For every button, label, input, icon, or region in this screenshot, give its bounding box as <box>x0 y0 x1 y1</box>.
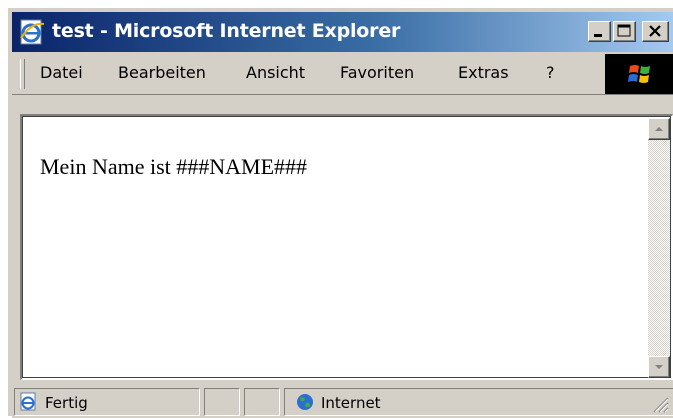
internet-zone-icon <box>297 394 313 410</box>
status-panel-3 <box>244 388 280 416</box>
status-main-panel: Fertig <box>14 388 200 416</box>
ie-page-icon <box>20 392 36 411</box>
maximize-button[interactable] <box>613 21 636 42</box>
menu-ansicht[interactable]: Ansicht <box>246 63 305 82</box>
menu-datei[interactable]: Datei <box>40 63 83 82</box>
windows-logo-icon <box>628 65 650 83</box>
menu-bearbeiten[interactable]: Bearbeiten <box>118 63 206 82</box>
vertical-scrollbar[interactable] <box>648 118 670 378</box>
zone-label: Internet <box>321 394 381 412</box>
minimize-icon <box>594 34 602 37</box>
title-bar[interactable]: test - Microsoft Internet Explorer <box>12 12 673 52</box>
scroll-down-icon <box>655 365 663 369</box>
status-panel-2 <box>204 388 240 416</box>
status-zone-panel: Internet <box>284 388 673 416</box>
menu-extras[interactable]: Extras <box>458 63 509 82</box>
scroll-up-icon <box>655 127 663 131</box>
resize-grip-icon[interactable] <box>649 393 669 413</box>
minimize-button[interactable] <box>588 21 611 42</box>
status-text: Fertig <box>45 394 88 412</box>
window-title: test - Microsoft Internet Explorer <box>52 20 401 42</box>
windows-logo-throbber <box>605 54 673 94</box>
status-bar: Fertig Internet <box>12 384 673 418</box>
menu-favoriten[interactable]: Favoriten <box>340 63 414 82</box>
menu-help[interactable]: ? <box>546 63 555 82</box>
scroll-up-button[interactable] <box>648 118 670 140</box>
close-icon <box>649 25 661 37</box>
close-button[interactable] <box>642 21 669 42</box>
page-body-text: Mein Name ist ###NAME### <box>40 154 308 179</box>
ie-page-icon[interactable] <box>18 18 46 46</box>
page-viewport[interactable]: Mein Name ist ###NAME### <box>20 114 673 380</box>
menu-bar: Datei Bearbeiten Ansicht Favoriten Extra… <box>12 54 673 95</box>
maximize-icon <box>617 24 631 37</box>
menu-grip[interactable] <box>20 59 25 89</box>
scroll-down-button[interactable] <box>648 356 670 378</box>
browser-window: test - Microsoft Internet Explorer Datei… <box>8 8 673 418</box>
